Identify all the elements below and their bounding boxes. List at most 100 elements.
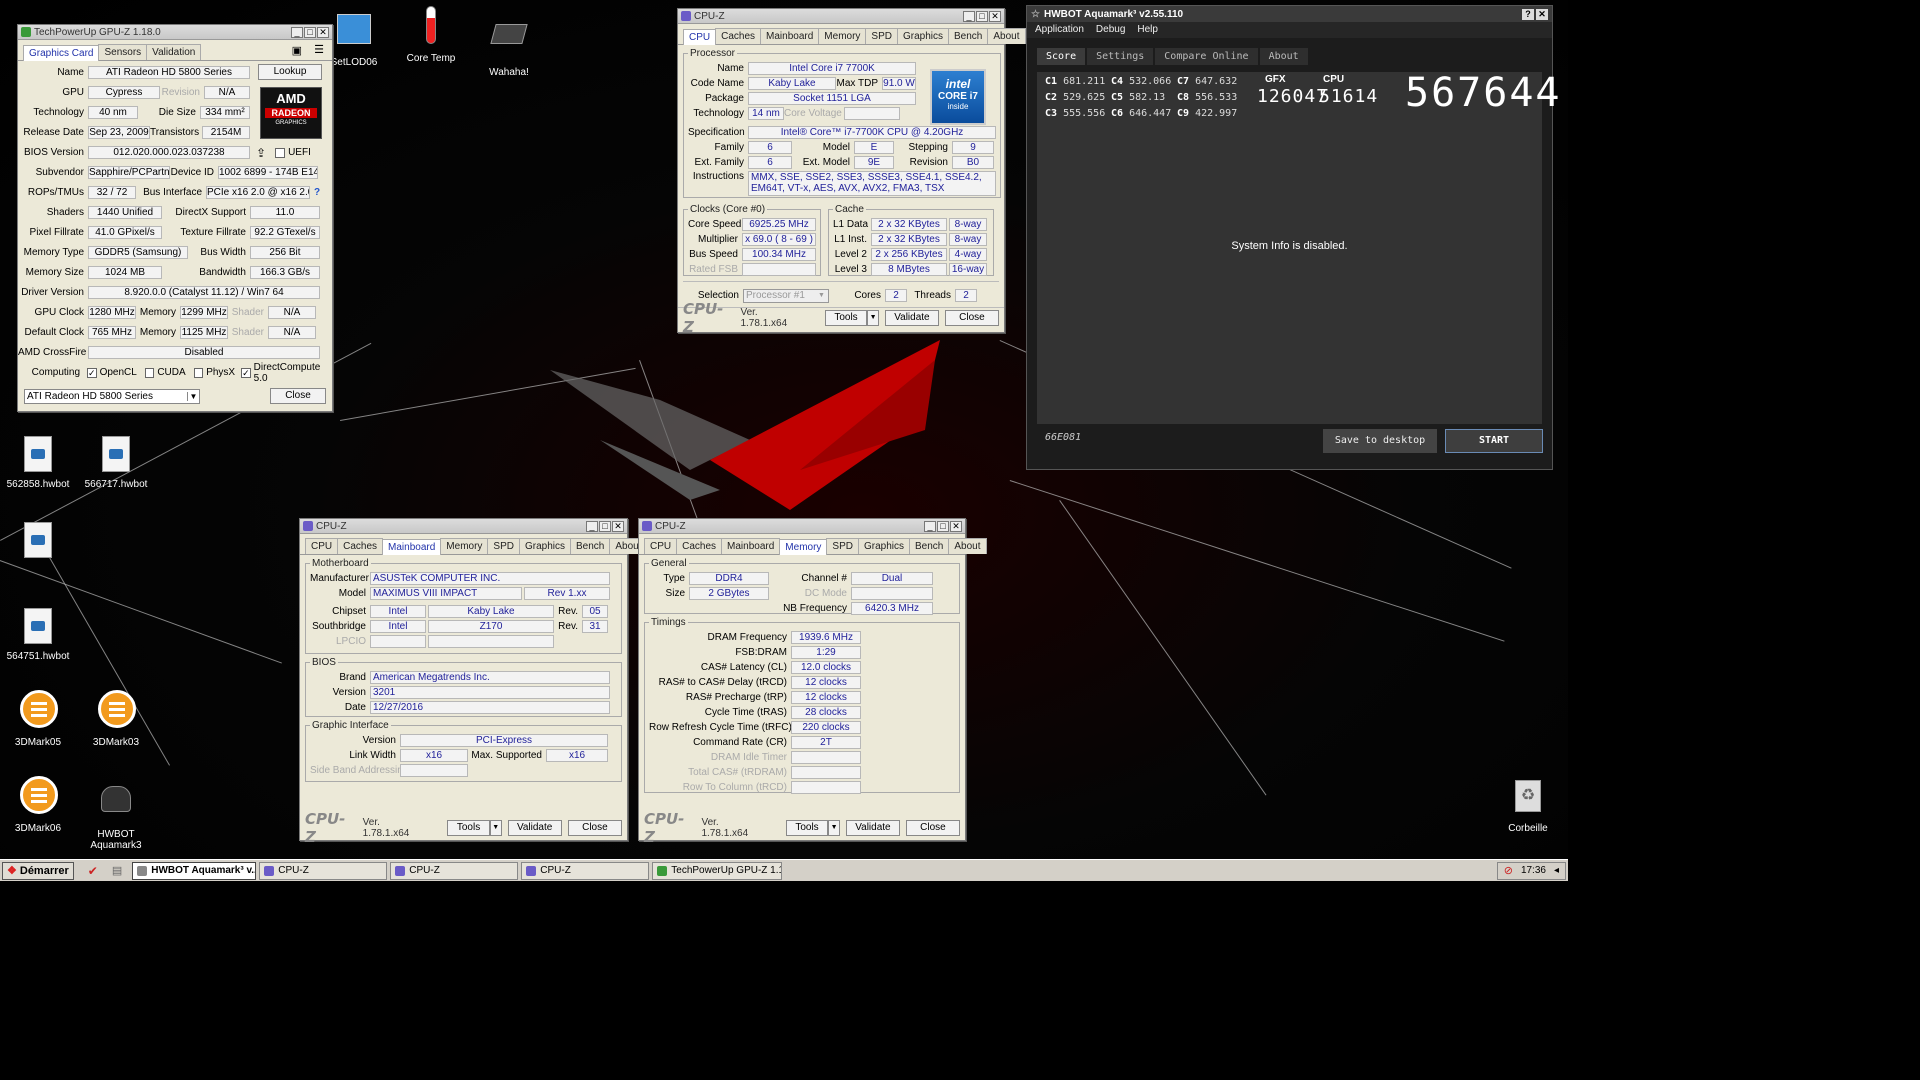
tab-sensors[interactable]: Sensors: [98, 44, 148, 60]
tab-caches[interactable]: Caches: [337, 538, 384, 554]
menu-application[interactable]: Application: [1035, 24, 1084, 36]
tools-button[interactable]: Tools: [824, 309, 868, 326]
desktop-icon-3dmark03[interactable]: 3DMark03: [78, 690, 154, 748]
title-bar[interactable]: CPU-Z _ □ ✕: [300, 519, 627, 534]
maximize-button[interactable]: □: [937, 520, 949, 532]
close-window-button[interactable]: ✕: [1536, 8, 1548, 20]
desktop-icon-hwbot-file[interactable]: 566717.hwbot: [78, 436, 154, 490]
tab-spd[interactable]: SPD: [487, 538, 520, 554]
tab-bench[interactable]: Bench: [909, 538, 950, 554]
tab-spd[interactable]: SPD: [865, 28, 898, 44]
processor-select[interactable]: Processor #1 ▼: [743, 288, 829, 303]
desktop-icon-hwbot-file[interactable]: 564751.hwbot: [0, 608, 76, 662]
tab-memory[interactable]: Memory: [779, 539, 828, 555]
tab-cpu[interactable]: CPU: [683, 29, 717, 45]
tab-bench[interactable]: Bench: [948, 28, 989, 44]
taskbar-item-cpuz[interactable]: CPU-Z: [259, 861, 388, 880]
tab-score[interactable]: Score: [1037, 48, 1086, 65]
uefi-checkbox[interactable]: [275, 147, 286, 158]
close-window-button[interactable]: ✕: [989, 10, 1001, 22]
desktop-icon-3dmark05[interactable]: 3DMark05: [0, 690, 76, 748]
gpu-select-dropdown[interactable]: ATI Radeon HD 5800 Series ▼: [24, 389, 200, 404]
desktop-icon-wahaha[interactable]: Wahaha!: [471, 14, 547, 78]
speaker-icon[interactable]: ◂: [1554, 865, 1559, 876]
tab-graphics-card[interactable]: Graphics Card: [23, 45, 100, 61]
menu-help[interactable]: Help: [1137, 24, 1158, 36]
tab-about[interactable]: About: [987, 28, 1026, 44]
help-icon[interactable]: ?: [314, 187, 320, 198]
taskbar-item-aquamark[interactable]: HWBOT Aquamark³ v...: [132, 861, 257, 880]
minimize-button[interactable]: _: [291, 26, 303, 38]
desktop-icon-hwbot-file[interactable]: 562858.hwbot: [0, 436, 76, 490]
close-window-button[interactable]: ✕: [950, 520, 962, 532]
tab-caches[interactable]: Caches: [715, 28, 762, 44]
share-icon[interactable]: ⇪: [256, 146, 266, 160]
desktop-icon-coretemp[interactable]: Core Temp: [393, 6, 469, 64]
tab-mainboard[interactable]: Mainboard: [760, 28, 820, 44]
maximize-button[interactable]: □: [304, 26, 316, 38]
directcompute-checkbox[interactable]: ✓: [241, 367, 251, 378]
taskbar-item-gpuz[interactable]: TechPowerUp GPU-Z 1.1...: [652, 861, 783, 880]
cuda-checkbox[interactable]: [144, 367, 155, 378]
desktop-icon-aquamark[interactable]: HWBOT Aquamark3: [78, 780, 154, 851]
tab-about[interactable]: About: [1259, 48, 1308, 65]
network-icon[interactable]: ⊘: [1504, 864, 1513, 877]
close-window-button[interactable]: ✕: [612, 520, 624, 532]
title-bar[interactable]: CPU-Z _ □ ✕: [678, 9, 1004, 24]
tab-caches[interactable]: Caches: [676, 538, 723, 554]
tab-mainboard[interactable]: Mainboard: [721, 538, 781, 554]
start-button[interactable]: START: [1445, 429, 1543, 453]
tab-cpu[interactable]: CPU: [644, 538, 678, 554]
validate-button[interactable]: Validate: [884, 309, 939, 326]
tab-graphics[interactable]: Graphics: [896, 28, 949, 44]
close-button[interactable]: Close: [944, 309, 999, 326]
chevron-down-icon[interactable]: ▼: [187, 392, 199, 401]
tab-graphics[interactable]: Graphics: [857, 538, 910, 554]
help-button[interactable]: ?: [1522, 8, 1534, 20]
title-bar[interactable]: TechPowerUp GPU-Z 1.18.0 _ □ ✕: [18, 25, 332, 40]
minimize-button[interactable]: _: [924, 520, 936, 532]
tools-button[interactable]: Tools: [785, 820, 829, 836]
tools-dropdown-icon[interactable]: ▼: [828, 820, 840, 836]
taskbar-item-cpuz[interactable]: CPU-Z: [390, 861, 519, 880]
quicklaunch-icon[interactable]: ✔: [88, 864, 98, 878]
minimize-button[interactable]: _: [586, 520, 598, 532]
quicklaunch-icon[interactable]: ▤: [112, 864, 122, 877]
tab-mainboard[interactable]: Mainboard: [382, 539, 442, 555]
tools-dropdown-icon[interactable]: ▼: [867, 309, 879, 326]
maximize-button[interactable]: □: [976, 10, 988, 22]
tools-button[interactable]: Tools: [447, 820, 490, 836]
validate-button[interactable]: Validate: [845, 820, 900, 836]
title-bar[interactable]: ☆ HWBOT Aquamark³ v2.55.110 ? ✕: [1027, 6, 1552, 22]
tab-settings[interactable]: Settings: [1087, 48, 1154, 65]
tab-bench[interactable]: Bench: [570, 538, 611, 554]
title-bar[interactable]: CPU-Z _ □ ✕: [639, 519, 965, 534]
taskbar-item-cpuz[interactable]: CPU-Z: [521, 861, 650, 880]
close-button[interactable]: Close: [905, 820, 960, 836]
tab-about[interactable]: About: [948, 538, 987, 554]
lookup-button[interactable]: Lookup: [258, 64, 322, 80]
tab-cpu[interactable]: CPU: [305, 538, 339, 554]
physx-checkbox[interactable]: [193, 367, 204, 378]
save-to-desktop-button[interactable]: Save to desktop: [1323, 429, 1437, 453]
minimize-button[interactable]: _: [963, 10, 975, 22]
menu-debug[interactable]: Debug: [1096, 24, 1125, 36]
chevron-down-icon[interactable]: ▼: [818, 292, 828, 299]
tab-compare-online[interactable]: Compare Online: [1155, 48, 1258, 65]
validate-button[interactable]: Validate: [507, 820, 562, 836]
desktop-icon-recycle-bin[interactable]: ♻ Corbeille: [1490, 780, 1566, 834]
tab-validation[interactable]: Validation: [146, 44, 202, 60]
tab-memory[interactable]: Memory: [440, 538, 489, 554]
maximize-button[interactable]: □: [599, 520, 611, 532]
opencl-checkbox[interactable]: ✓: [87, 367, 97, 378]
desktop-icon-3dmark06[interactable]: 3DMark06: [0, 776, 76, 834]
camera-icon[interactable]: ▣: [292, 44, 302, 57]
close-window-button[interactable]: ✕: [317, 26, 329, 38]
menu-icon[interactable]: ☰: [314, 43, 324, 56]
desktop-icon-hwbot-file[interactable]: [0, 522, 76, 565]
tab-graphics[interactable]: Graphics: [518, 538, 571, 554]
start-button[interactable]: ❖ Démarrer: [2, 861, 74, 880]
tab-spd[interactable]: SPD: [826, 538, 859, 554]
close-button[interactable]: Close: [567, 820, 623, 836]
close-button[interactable]: Close: [270, 388, 326, 404]
